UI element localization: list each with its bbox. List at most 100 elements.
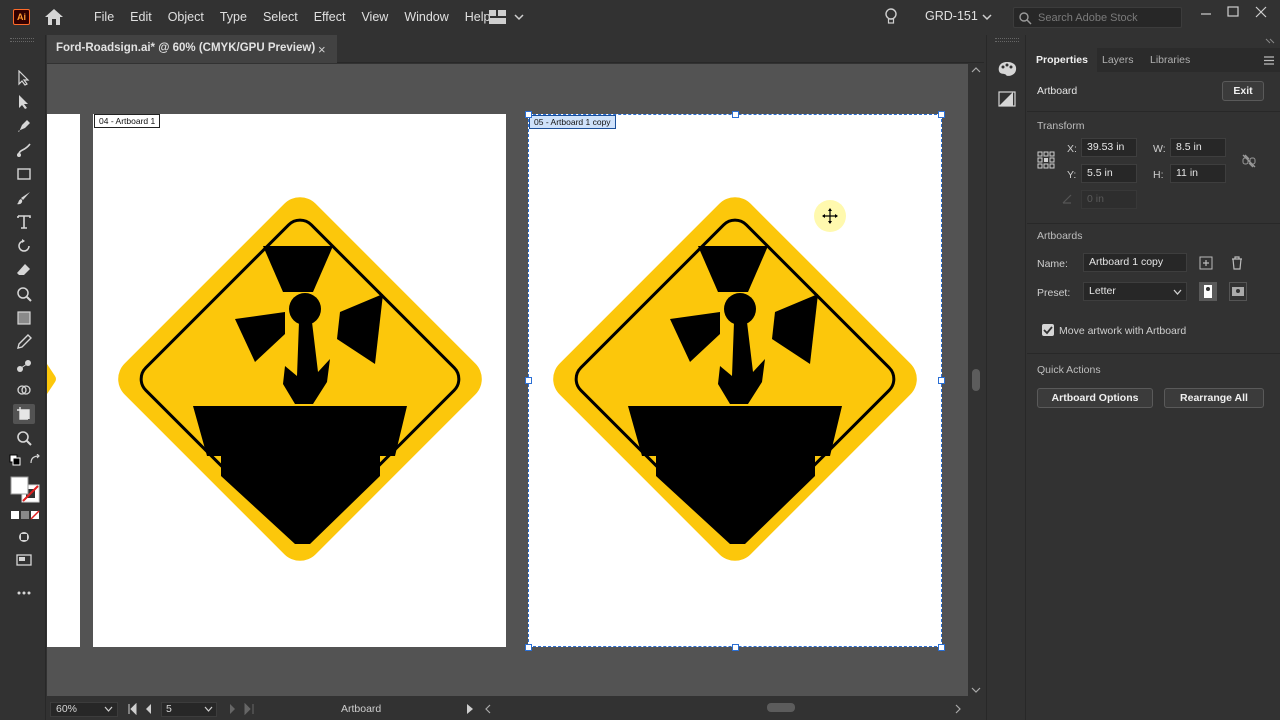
h-field[interactable]: 11 in (1170, 164, 1226, 183)
chevron-down-icon[interactable] (982, 12, 992, 22)
properties-panel-icon[interactable] (998, 91, 1016, 107)
more-tools-icon[interactable] (13, 583, 35, 603)
x-field[interactable]: 39.53 in (1081, 138, 1137, 157)
menu-effect[interactable]: Effect (306, 10, 354, 24)
status-text: Artboard (341, 703, 382, 715)
landscape-orientation-icon[interactable] (1229, 282, 1247, 301)
pen-tool-icon[interactable] (13, 116, 35, 136)
tab-properties[interactable]: Properties (1027, 48, 1097, 72)
rectangle-tool-icon[interactable] (13, 164, 35, 184)
close-icon[interactable] (1251, 4, 1271, 20)
vertical-scrollbar[interactable] (968, 64, 984, 696)
resize-handle[interactable] (732, 111, 739, 118)
direct-selection-tool-icon[interactable] (13, 92, 35, 112)
canvas[interactable]: 04 - Artboard 1 05 - Artboard 1 copy (47, 64, 968, 696)
default-colors-icon[interactable] (8, 453, 22, 467)
sign-fragment (47, 364, 56, 394)
menu-edit[interactable]: Edit (122, 10, 160, 24)
exit-button[interactable]: Exit (1222, 81, 1264, 101)
scroll-up-icon[interactable] (971, 66, 981, 74)
artboard-options-button[interactable]: Artboard Options (1037, 388, 1153, 408)
resize-handle[interactable] (938, 377, 945, 384)
stock-search-input[interactable] (1038, 10, 1178, 26)
delete-artboard-icon[interactable] (1230, 256, 1244, 270)
tab-layers[interactable]: Layers (1093, 48, 1143, 72)
eyedropper-tool-icon[interactable] (13, 332, 35, 352)
rotate-tool-icon[interactable] (13, 236, 35, 256)
resize-handle[interactable] (732, 644, 739, 651)
artboard-tool-icon[interactable] (13, 404, 35, 424)
preset-select[interactable]: Letter (1083, 282, 1187, 301)
w-field[interactable]: 8.5 in (1170, 138, 1226, 157)
rearrange-all-button[interactable]: Rearrange All (1164, 388, 1264, 408)
move-artwork-checkbox[interactable] (1042, 324, 1054, 336)
color-mode-icon[interactable] (10, 509, 40, 521)
lightbulb-icon[interactable] (884, 8, 898, 26)
drawing-mode-icon[interactable] (13, 527, 35, 547)
roadsign-artwork[interactable] (115, 194, 485, 564)
scroll-right-icon[interactable] (953, 703, 963, 715)
menu-window[interactable]: Window (396, 10, 456, 24)
resize-handle[interactable] (938, 644, 945, 651)
artboard-label[interactable]: 04 - Artboard 1 (94, 114, 161, 128)
menu-object[interactable]: Object (160, 10, 212, 24)
zoom-tool-icon[interactable] (13, 428, 35, 448)
menu-file[interactable]: File (86, 10, 122, 24)
resize-handle[interactable] (938, 111, 945, 118)
resize-handle[interactable] (525, 644, 532, 651)
menu-type[interactable]: Type (212, 10, 255, 24)
document-tab-bar: Ford-Roadsign.ai* @ 60% (CMYK/GPU Previe… (47, 35, 984, 63)
color-palette-icon[interactable] (997, 61, 1017, 77)
curvature-tool-icon[interactable] (13, 140, 35, 160)
new-artboard-icon[interactable] (1199, 256, 1213, 270)
close-document-icon[interactable]: × (318, 42, 326, 57)
document-tab-title: Ford-Roadsign.ai* @ 60% (CMYK/GPU Previe… (56, 42, 316, 54)
panel-grip[interactable] (995, 38, 1019, 42)
y-field[interactable]: 5.5 in (1081, 164, 1137, 183)
artboard-name-field[interactable]: Artboard 1 copy (1083, 253, 1187, 272)
type-tool-icon[interactable] (13, 212, 35, 232)
chevron-down-icon[interactable] (104, 706, 113, 713)
eraser-tool-icon[interactable] (13, 260, 35, 280)
next-last-artboard-icon[interactable] (225, 703, 255, 715)
fill-stroke-icon[interactable] (8, 475, 42, 505)
minimize-icon[interactable] (1196, 4, 1216, 20)
menu-view[interactable]: View (353, 10, 396, 24)
collapse-panel-icon[interactable] (1265, 38, 1275, 44)
screen-mode-icon[interactable] (13, 550, 35, 570)
app-logo: Ai (13, 9, 30, 25)
scroll-left-icon[interactable] (483, 703, 493, 715)
status-menu-icon[interactable] (465, 703, 475, 715)
divider (1027, 111, 1280, 112)
resize-handle[interactable] (525, 377, 532, 384)
roadsign-artwork-copy[interactable] (550, 194, 920, 564)
vertical-scroll-thumb[interactable] (972, 369, 980, 391)
puppet-warp-tool-icon[interactable] (13, 284, 35, 304)
portrait-orientation-icon[interactable] (1199, 282, 1217, 301)
menu-select[interactable]: Select (255, 10, 306, 24)
artboard-label-selected[interactable]: 05 - Artboard 1 copy (529, 115, 616, 129)
chevron-down-icon[interactable] (1173, 289, 1182, 296)
shape-builder-tool-icon[interactable] (13, 380, 35, 400)
reference-point-icon[interactable] (1037, 151, 1055, 169)
arrange-documents-icon[interactable] (488, 9, 524, 25)
blend-tool-icon[interactable] (13, 356, 35, 376)
paintbrush-tool-icon[interactable] (13, 188, 35, 208)
panel-menu-icon[interactable] (1263, 56, 1275, 65)
horizontal-scroll-thumb[interactable] (767, 703, 795, 712)
swap-colors-icon[interactable] (28, 453, 42, 467)
tab-libraries[interactable]: Libraries (1141, 48, 1199, 72)
scroll-down-icon[interactable] (971, 686, 981, 694)
panel-grip[interactable] (10, 38, 34, 42)
first-previous-artboard-icon[interactable] (127, 703, 157, 715)
workspace-name[interactable]: GRD-151 (925, 9, 978, 23)
stock-search[interactable] (1013, 7, 1182, 28)
document-tab[interactable]: Ford-Roadsign.ai* @ 60% (CMYK/GPU Previe… (47, 35, 337, 63)
chevron-down-icon[interactable] (204, 706, 213, 713)
resize-handle[interactable] (525, 111, 532, 118)
selection-tool-icon[interactable] (13, 68, 35, 88)
constrain-proportions-icon[interactable] (1241, 153, 1257, 169)
maximize-icon[interactable] (1223, 4, 1243, 20)
home-icon[interactable] (44, 8, 64, 26)
gradient-tool-icon[interactable] (13, 308, 35, 328)
